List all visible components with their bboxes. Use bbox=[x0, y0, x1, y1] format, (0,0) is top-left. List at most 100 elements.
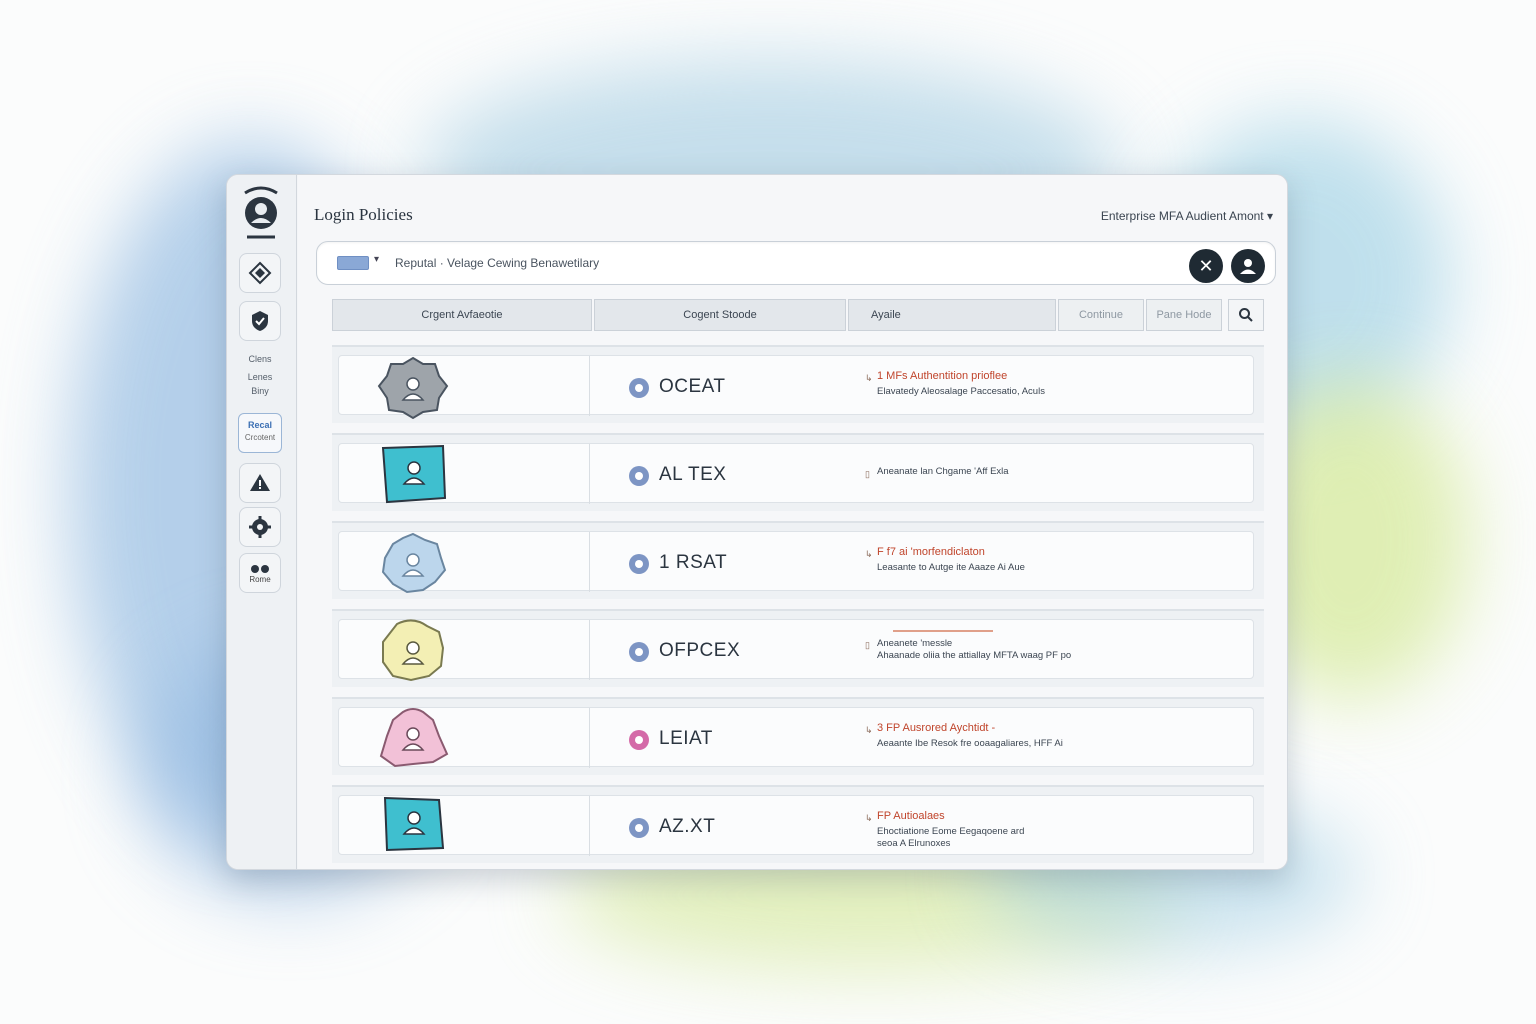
row-detail: ↳ F f7 ai 'morfendiclaton Leasante to Au… bbox=[865, 546, 1237, 574]
sidebar-item-alerts[interactable] bbox=[239, 463, 281, 503]
user-name[interactable]: 1 RSAT bbox=[659, 552, 727, 574]
table-search-button[interactable] bbox=[1228, 299, 1264, 331]
row-alert: FP Autioalaes bbox=[877, 810, 945, 822]
sidebar-users-label: Rome bbox=[249, 574, 271, 584]
filter-dropdown[interactable] bbox=[337, 256, 369, 270]
user-name[interactable]: OCEAT bbox=[659, 376, 726, 398]
row-card: AL TEX ▯ Aneanate lan Chgame 'Aff Exla bbox=[338, 443, 1254, 504]
status-indicator bbox=[629, 642, 649, 662]
row-subtext: Aeaante Ibe Resok fre ooaagaliares, HFF … bbox=[877, 738, 1063, 749]
user-avatar-icon[interactable] bbox=[377, 794, 449, 860]
row-card: LEIAT ↳ 3 FP Ausrored Aychtidt - Aeaante… bbox=[338, 707, 1254, 768]
row-card: OFPCEX ▯ Aneanete 'messle Ahaanade oliia… bbox=[338, 619, 1254, 682]
sidebar-active-sub: Crcotent bbox=[244, 433, 276, 442]
user-avatar-icon[interactable] bbox=[377, 706, 449, 772]
column-divider bbox=[589, 356, 590, 416]
status-indicator bbox=[629, 378, 649, 398]
column-divider bbox=[589, 796, 590, 856]
column-header[interactable]: Cogent Stoode bbox=[594, 299, 846, 331]
logo-icon bbox=[244, 186, 278, 239]
status-indicator bbox=[629, 730, 649, 750]
bullet-icon: ↳ bbox=[865, 373, 873, 383]
row-subtext: Aneanete 'messle bbox=[877, 638, 953, 649]
table-row[interactable]: OFPCEX ▯ Aneanete 'messle Ahaanade oliia… bbox=[332, 609, 1264, 687]
sidebar-group-label: Lenes bbox=[247, 372, 273, 382]
row-alert: 1 MFs Authentition prioflee bbox=[877, 370, 1008, 382]
row-detail: ▯ Aneanate lan Chgame 'Aff Exla bbox=[865, 466, 1237, 479]
column-divider bbox=[589, 708, 590, 768]
sidebar-item-policies[interactable] bbox=[239, 253, 281, 293]
app-window: Clens Lenes Biny Recal Crcotent Rome Log… bbox=[226, 174, 1288, 870]
row-card: AZ.XT ↳ FP Autioalaes Ehoctiatione Eome … bbox=[338, 795, 1254, 856]
column-divider bbox=[589, 532, 590, 592]
table-header: Crgent Avfaeotie Cogent Stoode Ayaile Co… bbox=[332, 299, 1264, 331]
row-detail: ↳ 1 MFs Authentition prioflee Elavatedy … bbox=[865, 370, 1237, 398]
user-name[interactable]: LEIAT bbox=[659, 728, 713, 750]
tenant-selector[interactable]: Enterprise MFA Audient Amont ▾ bbox=[1101, 209, 1273, 223]
table-row[interactable]: OCEAT ↳ 1 MFs Authentition prioflee Elav… bbox=[332, 345, 1264, 423]
bullet-icon: ↳ bbox=[865, 725, 873, 735]
column-header[interactable]: Ayaile bbox=[848, 299, 1056, 331]
status-indicator bbox=[629, 554, 649, 574]
status-indicator bbox=[629, 818, 649, 838]
column-divider bbox=[589, 620, 590, 680]
row-subtext: seoa A Elrunoxes bbox=[877, 838, 951, 849]
sidebar: Clens Lenes Biny Recal Crcotent Rome bbox=[227, 175, 297, 869]
user-avatar-icon[interactable] bbox=[377, 618, 449, 684]
sidebar-group-label: Biny bbox=[251, 386, 269, 396]
table-row[interactable]: 1 RSAT ↳ F f7 ai 'morfendiclaton Leasant… bbox=[332, 521, 1264, 599]
status-indicator bbox=[629, 466, 649, 486]
row-alert: F f7 ai 'morfendiclaton bbox=[877, 546, 985, 558]
diamond-icon bbox=[248, 261, 272, 285]
breadcrumb: Reputal · Velage Cewing Benawetilary bbox=[395, 256, 600, 270]
sidebar-active-label: Recal bbox=[247, 420, 273, 430]
bullet-icon: ▯ bbox=[865, 640, 870, 650]
search-icon bbox=[1239, 308, 1253, 322]
column-header[interactable]: Crgent Avfaeotie bbox=[332, 299, 592, 331]
sidebar-item-settings[interactable] bbox=[239, 507, 281, 547]
row-detail: ↳ FP Autioalaes Ehoctiatione Eome Eegaqo… bbox=[865, 810, 1237, 850]
gear-icon bbox=[249, 516, 271, 538]
continue-button[interactable]: Continue bbox=[1058, 299, 1144, 331]
row-detail: ▯ Aneanete 'messle Ahaanade oliia the at… bbox=[865, 628, 1237, 662]
user-avatar-icon[interactable] bbox=[377, 442, 449, 508]
table-row[interactable]: LEIAT ↳ 3 FP Ausrored Aychtidt - Aeaante… bbox=[332, 697, 1264, 775]
bullet-icon: ↳ bbox=[865, 813, 873, 823]
column-divider bbox=[589, 444, 590, 504]
sidebar-item-active[interactable]: Recal Crcotent bbox=[238, 413, 282, 453]
row-card: 1 RSAT ↳ F f7 ai 'morfendiclaton Leasant… bbox=[338, 531, 1254, 594]
sidebar-item-security[interactable] bbox=[239, 301, 281, 341]
reset-button[interactable]: Pane Hode bbox=[1146, 299, 1222, 331]
bullet-icon: ↳ bbox=[865, 549, 873, 559]
row-subtext: Ahaanade oliia the attiallay MFTA waag P… bbox=[877, 650, 1072, 661]
profile-button[interactable] bbox=[1231, 249, 1265, 283]
row-detail: ↳ 3 FP Ausrored Aychtidt - Aeaante Ibe R… bbox=[865, 722, 1237, 750]
row-subtext: Leasante to Autge ite Aaaze Ai Aue bbox=[877, 562, 1025, 573]
user-name[interactable]: AZ.XT bbox=[659, 816, 715, 838]
user-avatar-icon[interactable] bbox=[377, 530, 449, 596]
user-name[interactable]: OFPCEX bbox=[659, 640, 740, 662]
user-avatar-icon[interactable] bbox=[377, 354, 449, 420]
shield-icon bbox=[252, 311, 268, 331]
close-button[interactable]: ✕ bbox=[1189, 249, 1223, 283]
row-subtext: Aneanate lan Chgame 'Aff Exla bbox=[877, 466, 1009, 477]
sidebar-item-users[interactable]: Rome bbox=[239, 553, 281, 593]
row-alert: 3 FP Ausrored Aychtidt - bbox=[877, 722, 996, 734]
alert-marker bbox=[893, 630, 993, 632]
search-bar[interactable]: ▾ Reputal · Velage Cewing Benawetilary ✕ bbox=[316, 241, 1276, 285]
user-name[interactable]: AL TEX bbox=[659, 464, 726, 486]
row-subtext: Elavatedy Aleosalage Paccesatio, Aculs bbox=[877, 386, 1045, 397]
page-title: Login Policies bbox=[314, 205, 413, 224]
close-icon: ✕ bbox=[1198, 255, 1214, 276]
row-subtext: Ehoctiatione Eome Eegaqoene ard bbox=[877, 826, 1025, 837]
sidebar-group-label: Clens bbox=[248, 354, 272, 364]
warning-icon bbox=[250, 474, 270, 491]
user-icon bbox=[1240, 259, 1256, 274]
table-row[interactable]: AZ.XT ↳ FP Autioalaes Ehoctiatione Eome … bbox=[332, 785, 1264, 863]
main-panel: Login Policies Enterprise MFA Audient Am… bbox=[298, 175, 1287, 869]
users-icon bbox=[251, 564, 269, 573]
table-row[interactable]: AL TEX ▯ Aneanate lan Chgame 'Aff Exla bbox=[332, 433, 1264, 511]
bullet-icon: ▯ bbox=[865, 469, 870, 479]
row-card: OCEAT ↳ 1 MFs Authentition prioflee Elav… bbox=[338, 355, 1254, 420]
chevron-down-icon[interactable]: ▾ bbox=[374, 254, 379, 265]
